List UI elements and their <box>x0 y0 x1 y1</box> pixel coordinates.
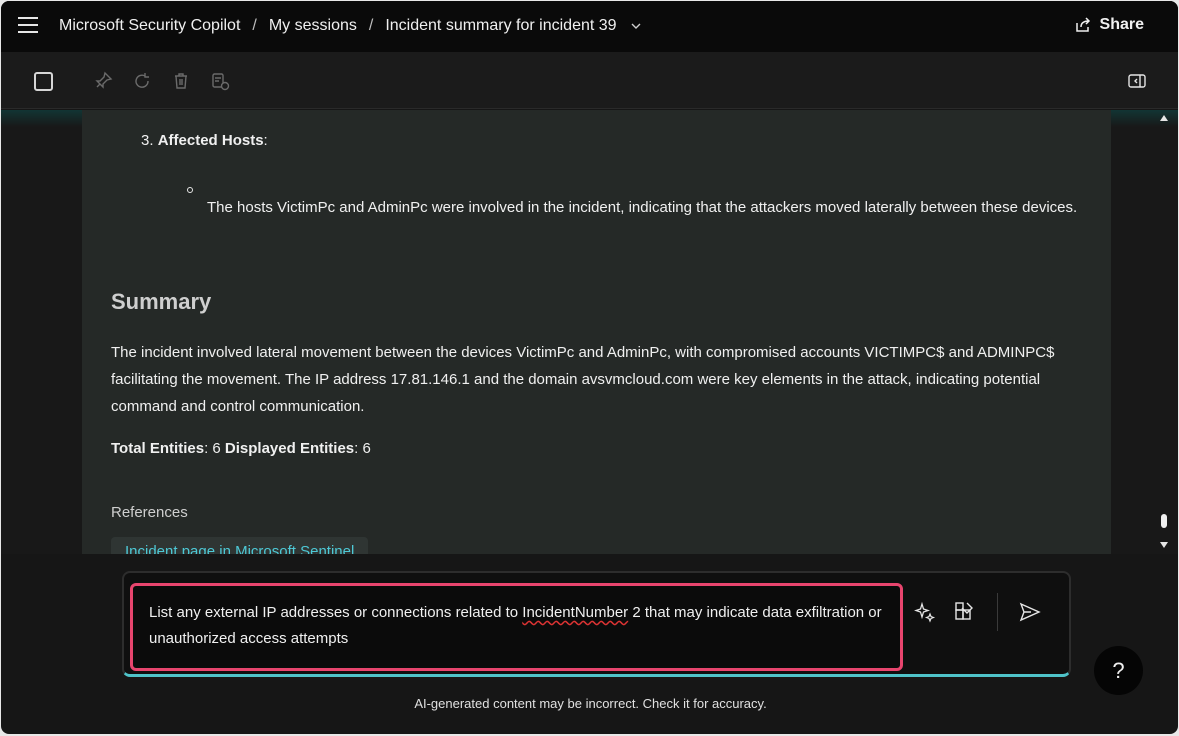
breadcrumb-separator: / <box>368 17 374 34</box>
prompt-text-start: List any external IP addresses or connec… <box>149 604 523 621</box>
scroll-down-arrow[interactable] <box>1160 542 1168 548</box>
total-entities-value: : 6 <box>204 440 225 457</box>
pin-icon[interactable] <box>93 71 113 91</box>
collapse-panel-icon[interactable] <box>1127 71 1147 91</box>
reference-link-sentinel[interactable]: Incident page in Microsoft Sentinel <box>111 537 369 554</box>
chevron-down-icon[interactable] <box>631 21 641 31</box>
share-icon <box>1075 17 1090 32</box>
crumb-current-session[interactable]: Incident summary for incident 39 <box>385 17 616 35</box>
entity-counts: Total Entities: 6 Displayed Entities: 6 <box>111 435 371 462</box>
list-item-number: 3. <box>141 132 154 149</box>
displayed-entities-value: : 6 <box>354 440 371 457</box>
list-item-title: Affected Hosts <box>157 132 264 149</box>
refresh-icon[interactable] <box>132 71 152 91</box>
session-toolbar <box>1 52 1178 109</box>
delete-icon[interactable] <box>171 71 191 91</box>
prompt-text-misspelled: IncidentNumber <box>522 604 629 621</box>
input-divider <box>997 593 998 631</box>
breadcrumb: Microsoft Security Copilot / My sessions… <box>59 17 641 35</box>
response-card: 3. Affected Hosts: The hosts VictimPc an… <box>82 110 1111 554</box>
select-all-checkbox[interactable] <box>34 72 53 91</box>
displayed-entities-label: Displayed Entities <box>224 440 355 457</box>
bullet-text: The hosts VictimPc and AdminPc were invo… <box>207 199 1078 216</box>
app-title[interactable]: Microsoft Security Copilot <box>59 17 240 35</box>
add-to-pinboard-icon[interactable] <box>210 71 230 91</box>
top-header: Microsoft Security Copilot / My sessions… <box>1 1 1178 52</box>
share-label: Share <box>1099 16 1144 33</box>
total-entities-label: Total Entities <box>111 440 205 457</box>
scrollbar-thumb[interactable] <box>1161 514 1167 528</box>
help-button[interactable]: ? <box>1094 646 1143 695</box>
summary-heading: Summary <box>111 289 212 314</box>
references-heading: References <box>111 504 188 521</box>
menu-icon[interactable] <box>18 17 40 35</box>
scroll-up-arrow[interactable] <box>1160 115 1168 121</box>
app-window: Microsoft Security Copilot / My sessions… <box>1 1 1178 734</box>
ai-disclaimer: AI-generated content may be incorrect. C… <box>414 696 767 711</box>
crumb-my-sessions[interactable]: My sessions <box>269 17 357 35</box>
prompt-book-icon[interactable] <box>953 601 975 623</box>
list-item-colon: : <box>263 132 268 149</box>
prompt-suggestions-icon[interactable] <box>914 601 936 623</box>
list-item-affected-hosts: 3. Affected Hosts: <box>141 127 268 154</box>
breadcrumb-separator: / <box>252 17 257 34</box>
share-button[interactable]: Share <box>1074 16 1144 34</box>
prompt-input[interactable]: List any external IP addresses or connec… <box>130 583 903 671</box>
bullet-marker <box>187 187 193 193</box>
summary-paragraph: The incident involved lateral movement b… <box>111 344 1055 415</box>
send-icon[interactable] <box>1019 601 1041 623</box>
